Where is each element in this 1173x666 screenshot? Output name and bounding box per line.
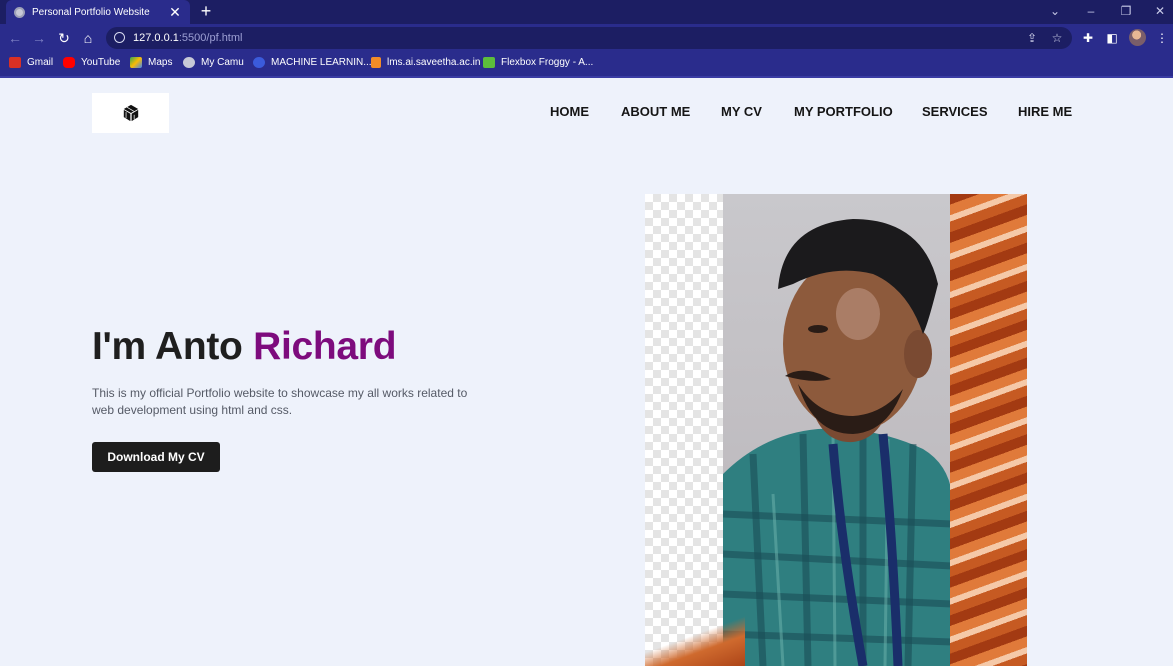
download-cv-button[interactable]: Download My CV [92, 442, 220, 472]
minimize-button[interactable]: – [1082, 2, 1100, 20]
back-icon[interactable]: ← [6, 28, 24, 48]
site-logo[interactable] [92, 93, 169, 133]
extensions-icon[interactable]: ✚ [1080, 29, 1096, 47]
browser-tab[interactable]: Personal Portfolio Website ✕ [6, 0, 190, 24]
bookmark-label: MACHINE LEARNIN... [271, 57, 372, 68]
bookmark-gmail[interactable]: Gmail [9, 57, 53, 68]
person-illustration [722, 219, 953, 666]
menu-icon[interactable]: ⋮ [1154, 29, 1170, 47]
bookmark-label: Flexbox Froggy - A... [501, 57, 594, 68]
close-window-button[interactable]: ✕ [1151, 2, 1169, 20]
nav-hire-me[interactable]: HIRE ME [1018, 104, 1072, 119]
transparency-pattern [645, 194, 723, 666]
bookmark-star-icon[interactable]: ☆ [1049, 30, 1065, 46]
site-info-icon[interactable] [114, 32, 125, 43]
moodle-icon [371, 57, 381, 68]
orange-swirl-bottom [645, 614, 745, 666]
maps-icon [130, 57, 142, 68]
reload-icon[interactable]: ↻ [55, 28, 73, 48]
bookmark-label: lms.ai.saveetha.ac.in [387, 57, 481, 68]
bookmark-flexbox-froggy[interactable]: Flexbox Froggy - A... [483, 57, 593, 68]
profile-avatar[interactable] [1129, 29, 1146, 46]
globe-icon [183, 57, 195, 68]
tab-title: Personal Portfolio Website [32, 6, 150, 18]
bookmark-my-camu[interactable]: My Camu [183, 57, 244, 68]
close-tab-icon[interactable]: ✕ [168, 5, 182, 19]
bookmark-label: My Camu [201, 57, 244, 68]
bookmark-label: Gmail [27, 57, 54, 68]
forward-icon[interactable]: → [30, 28, 48, 48]
orange-swirl-background [950, 194, 1027, 666]
nav-home[interactable]: HOME [550, 104, 589, 119]
bookmark-machine-learning[interactable]: MACHINE LEARNIN... [253, 57, 372, 68]
url-text[interactable]: 127.0.0.1:5500/pf.html [133, 32, 242, 44]
profile-photo [645, 194, 1027, 666]
globe-icon [14, 6, 25, 18]
bookmark-lms[interactable]: lms.ai.saveetha.ac.in [371, 57, 480, 68]
nav-about-me[interactable]: ABOUT ME [621, 104, 690, 119]
share-icon[interactable]: ⇪ [1024, 30, 1040, 46]
hero-title: I'm Anto Richard [92, 325, 397, 369]
nav-services[interactable]: SERVICES [922, 104, 988, 119]
url-path: :5500/pf.html [178, 32, 243, 44]
cube-logo-icon [123, 104, 139, 122]
nav-my-portfolio[interactable]: MY PORTFOLIO [794, 104, 893, 119]
url-host: 127.0.0.1 [133, 32, 179, 44]
hero-title-accent: Richard [253, 325, 397, 368]
browser-tab-bar: Personal Portfolio Website ✕ + ⌄ – ❐ ✕ [0, 0, 1173, 24]
browser-toolbar: ← → ↻ ⌂ 127.0.0.1:5500/pf.html ⇪ ☆ ✚ ◧ ⋮ [0, 24, 1173, 52]
youtube-icon [63, 57, 75, 68]
nav-my-cv[interactable]: MY CV [721, 104, 762, 119]
bookmark-label: Maps [148, 57, 173, 68]
person-photo [722, 194, 953, 666]
home-icon[interactable]: ⌂ [79, 28, 97, 48]
bookmark-youtube[interactable]: YouTube [63, 57, 120, 68]
bookmark-label: YouTube [81, 57, 121, 68]
bookmark-maps[interactable]: Maps [130, 57, 172, 68]
site-icon [253, 57, 265, 68]
tab-search-icon[interactable]: ⌄ [1046, 2, 1064, 20]
frog-icon [483, 57, 495, 68]
gmail-icon [9, 57, 21, 68]
bookmarks-bar: Gmail YouTube Maps My Camu MACHINE LEARN… [0, 52, 1173, 76]
portfolio-page: HOME ABOUT ME MY CV MY PORTFOLIO SERVICE… [0, 78, 1173, 666]
side-panel-icon[interactable]: ◧ [1104, 29, 1120, 47]
hero-description: This is my official Portfolio website to… [92, 386, 468, 417]
new-tab-button[interactable]: + [199, 1, 213, 21]
restore-button[interactable]: ❐ [1117, 2, 1135, 20]
hero-title-name: I'm Anto [92, 325, 254, 368]
address-bar[interactable]: 127.0.0.1:5500/pf.html ⇪ ☆ [106, 27, 1072, 49]
